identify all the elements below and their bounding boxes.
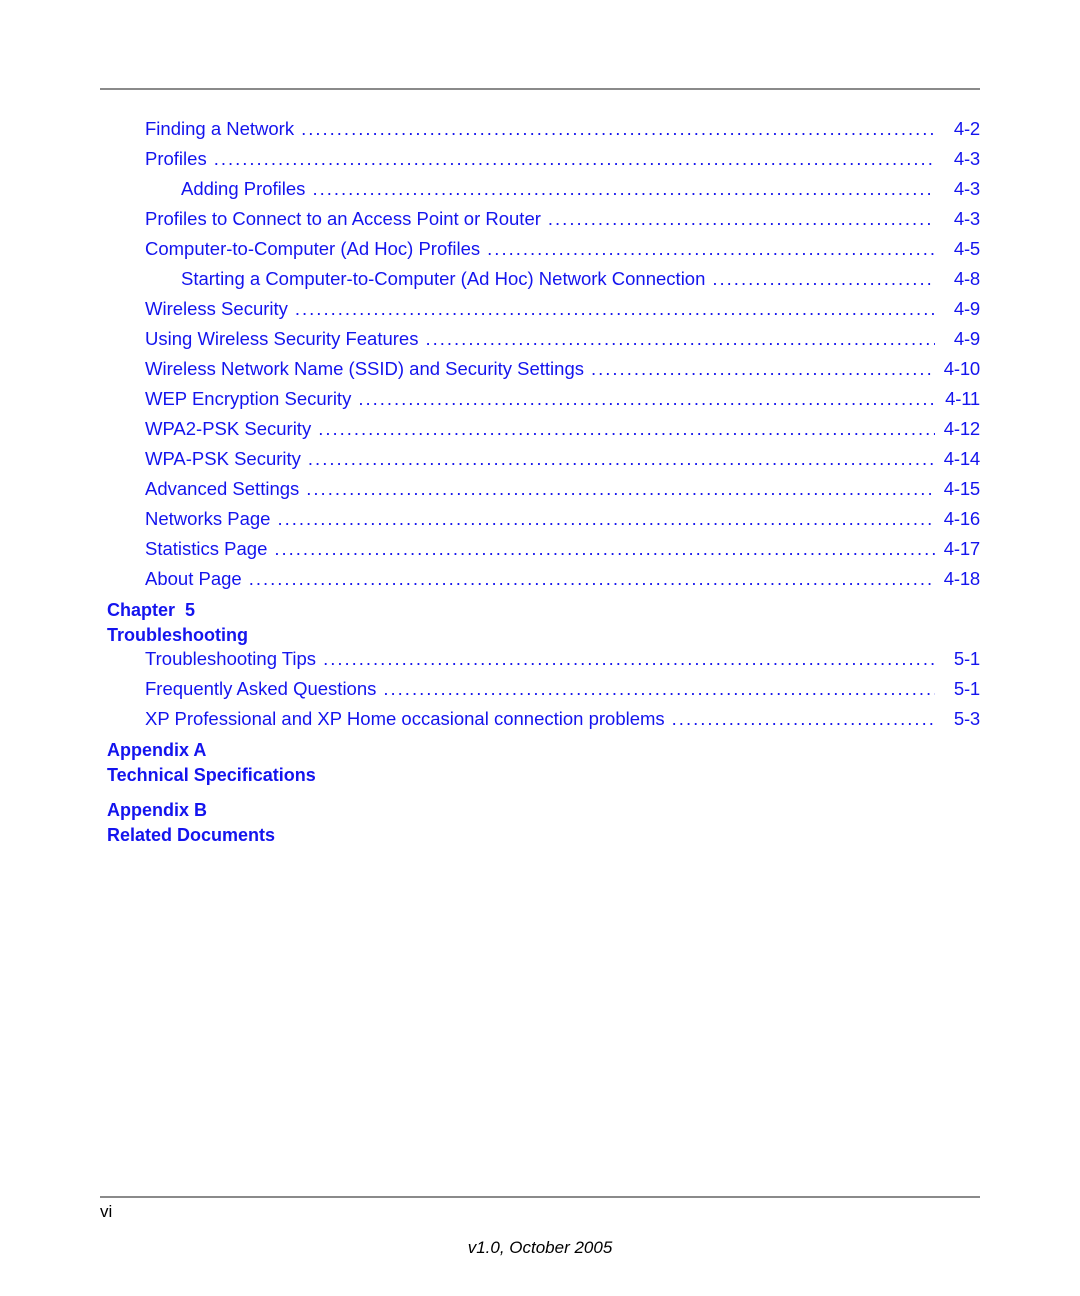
toc-entry[interactable]: Profiles to Connect to an Access Point o… [100, 208, 980, 238]
toc-entry-page: 4-3 [953, 178, 980, 199]
toc-entry-page: 4-9 [953, 298, 980, 319]
toc-entry-page: 4-12 [943, 418, 980, 439]
toc-leader-dots [214, 150, 935, 169]
toc-entry-page: 4-3 [953, 208, 980, 229]
appendix-b-heading: Appendix B Related Documents [100, 798, 980, 848]
toc-entry-label: Wireless Security [145, 298, 288, 319]
toc-leader-dots [301, 120, 935, 139]
toc-leader-dots [249, 570, 935, 589]
toc-leader-dots [591, 360, 935, 379]
toc-entry-page: 4-5 [953, 238, 980, 259]
toc-entry-label: WEP Encryption Security [145, 388, 352, 409]
appendix-a-heading: Appendix A Technical Specifications [100, 738, 980, 788]
toc-entry-page: 4-2 [953, 118, 980, 139]
appendix-b-title: Related Documents [107, 825, 276, 845]
toc-entry[interactable]: WPA-PSK Security 4-14 [100, 448, 980, 478]
toc-entry-page: 4-15 [943, 478, 980, 499]
toc-entry-label: About Page [145, 568, 242, 589]
toc-entry-page: 4-10 [943, 358, 980, 379]
toc-entry-page: 4-11 [945, 388, 980, 409]
toc-entry-page: 5-1 [953, 678, 980, 699]
toc-leader-dots [318, 420, 935, 439]
toc-entry-page: 4-18 [943, 568, 980, 589]
table-of-contents: Finding a Network4-2Profiles4-3Adding Pr… [100, 118, 980, 848]
toc-entry-label: WPA-PSK Security [145, 448, 301, 469]
appendix-b-number: Appendix B [107, 800, 208, 820]
toc-entry[interactable]: Networks Page 4-16 [100, 508, 980, 538]
toc-leader-dots [312, 180, 935, 199]
toc-entry-label: WPA2-PSK Security [145, 418, 312, 439]
toc-entry[interactable]: XP Professional and XP Home occasional c… [100, 708, 980, 738]
footer-rule [100, 1196, 980, 1198]
toc-entry-label: Advanced Settings [145, 478, 300, 499]
toc-entry-label: Wireless Network Name (SSID) and Securit… [145, 358, 584, 379]
toc-section-chapter5-entries: Troubleshooting Tips5-1Frequently Asked … [100, 648, 980, 738]
toc-entry[interactable]: Frequently Asked Questions 5-1 [100, 678, 980, 708]
toc-entry-label: XP Professional and XP Home occasional c… [145, 708, 665, 729]
chapter-5-number: Chapter 5 [107, 600, 196, 620]
toc-entry-label: Finding a Network [145, 118, 295, 139]
toc-entry-label: Profiles [145, 148, 207, 169]
toc-entry-page: 4-8 [953, 268, 980, 289]
toc-entry-page: 5-1 [953, 648, 980, 669]
header-rule [100, 88, 980, 90]
toc-entry-label: Adding Profiles [181, 178, 306, 199]
toc-entry[interactable]: Starting a Computer-to-Computer (Ad Hoc)… [100, 268, 980, 298]
toc-entry[interactable]: Using Wireless Security Features 4-9 [100, 328, 980, 358]
toc-entry-label: Networks Page [145, 508, 271, 529]
toc-entry-label: Starting a Computer-to-Computer (Ad Hoc)… [181, 268, 706, 289]
toc-leader-dots [383, 680, 935, 699]
toc-leader-dots [308, 450, 935, 469]
toc-entry[interactable]: Finding a Network 4-2 [100, 118, 980, 148]
toc-entry-label: Profiles to Connect to an Access Point o… [145, 208, 541, 229]
toc-entry-label: Statistics Page [145, 538, 268, 559]
toc-entry[interactable]: WEP Encryption Security 4-11 [100, 388, 980, 418]
toc-entry[interactable]: Wireless Security 4-9 [100, 298, 980, 328]
toc-entry[interactable]: Advanced Settings 4-15 [100, 478, 980, 508]
toc-leader-dots [712, 270, 935, 289]
toc-entry[interactable]: Wireless Network Name (SSID) and Securit… [100, 358, 980, 388]
toc-entry[interactable]: About Page 4-18 [100, 568, 980, 598]
toc-entry[interactable]: Computer-to-Computer (Ad Hoc) Profiles 4-… [100, 238, 980, 268]
toc-leader-dots [548, 210, 935, 229]
toc-leader-dots [277, 510, 935, 529]
toc-leader-dots [672, 710, 935, 729]
toc-leader-dots [306, 480, 935, 499]
toc-entry[interactable]: Adding Profiles 4-3 [100, 178, 980, 208]
toc-leader-dots [487, 240, 935, 259]
toc-entry-label: Frequently Asked Questions [145, 678, 377, 699]
toc-entry-label: Using Wireless Security Features [145, 328, 419, 349]
toc-entry[interactable]: Statistics Page 4-17 [100, 538, 980, 568]
toc-entry-page: 4-17 [943, 538, 980, 559]
appendix-a-number: Appendix A [107, 740, 207, 760]
toc-entry[interactable]: Profiles 4-3 [100, 148, 980, 178]
chapter-5-title: Troubleshooting [107, 625, 248, 645]
heading-spacer [100, 788, 980, 798]
toc-entry-page: 4-14 [943, 448, 980, 469]
toc-entry[interactable]: Troubleshooting Tips 5-1 [100, 648, 980, 678]
toc-leader-dots [274, 540, 935, 559]
toc-leader-dots [295, 300, 935, 319]
toc-section-chapter4-entries: Finding a Network4-2Profiles4-3Adding Pr… [100, 118, 980, 598]
toc-entry-page: 4-9 [953, 328, 980, 349]
toc-entry-page: 5-3 [953, 708, 980, 729]
toc-entry-page: 4-3 [953, 148, 980, 169]
chapter-5-heading: Chapter 5 Troubleshooting [100, 598, 980, 648]
toc-entry[interactable]: WPA2-PSK Security 4-12 [100, 418, 980, 448]
toc-entry-label: Troubleshooting Tips [145, 648, 317, 669]
toc-leader-dots [323, 650, 935, 669]
toc-leader-dots [425, 330, 935, 349]
toc-leader-dots [358, 390, 935, 409]
version-line: v1.0, October 2005 [467, 1238, 613, 1257]
toc-entry-page: 4-16 [943, 508, 980, 529]
appendix-a-title: Technical Specifications [107, 765, 316, 785]
toc-entry-label: Computer-to-Computer (Ad Hoc) Profiles [145, 238, 481, 259]
page-number: vi [100, 1202, 113, 1221]
document-page: Finding a Network4-2Profiles4-3Adding Pr… [0, 0, 1080, 1296]
